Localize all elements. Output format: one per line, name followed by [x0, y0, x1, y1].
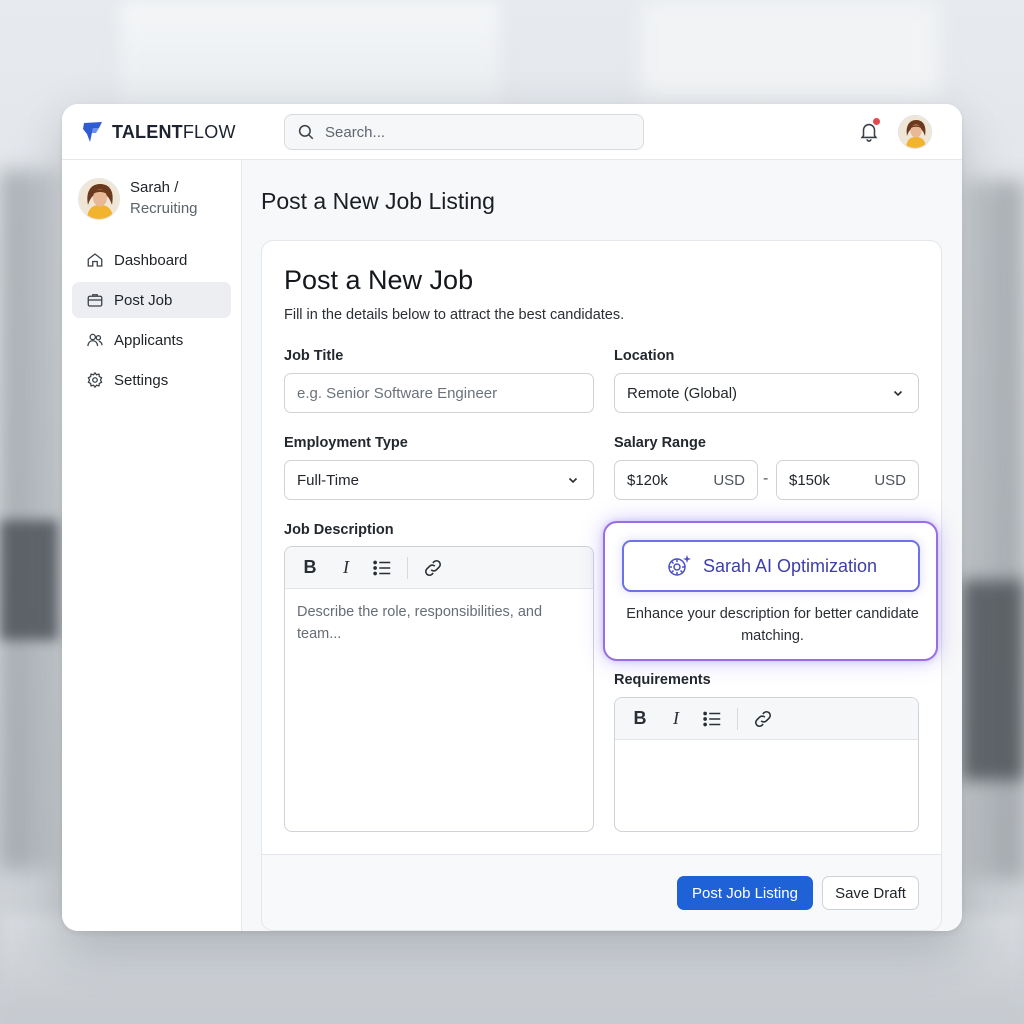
page-title: Post a New Job Listing [261, 188, 495, 214]
form-title: Post a New Job [284, 265, 474, 295]
sidebar-item-post-job[interactable]: Post Job [72, 282, 231, 318]
sidebar-item-applicants[interactable]: Applicants [72, 322, 231, 358]
salary-separator: - [763, 470, 769, 487]
chevron-down-icon [893, 390, 903, 397]
ai-optimization-label: Sarah AI Optimization [702, 555, 878, 576]
gear-icon [87, 371, 103, 389]
editor-toolbar: B I [285, 547, 593, 589]
salary-min-value: $120k [627, 471, 668, 489]
avatar [78, 178, 120, 220]
requirements-textarea[interactable] [615, 740, 918, 831]
bold-button[interactable]: B [299, 557, 321, 579]
post-job-listing-button[interactable]: Post Job Listing [677, 876, 813, 910]
ai-brain-sparkle-icon [668, 555, 691, 576]
location-select[interactable]: Remote (Global) [614, 373, 919, 413]
sidebar-item-settings[interactable]: Settings [72, 362, 231, 398]
italic-button[interactable]: I [665, 708, 687, 730]
job-title-field[interactable] [284, 373, 594, 413]
search-box[interactable] [284, 114, 644, 150]
brand-logo[interactable]: TALENTFLOW [82, 120, 236, 144]
salary-max-value: $150k [789, 471, 830, 489]
save-draft-button[interactable]: Save Draft [822, 876, 919, 910]
sidebar-item-dashboard[interactable]: Dashboard [72, 242, 231, 278]
briefcase-icon [87, 294, 103, 307]
job-description-label: Job Description [284, 522, 394, 538]
sidebar-item-label: Settings [114, 371, 169, 389]
ai-optimization-panel: Sarah AI Optimization Enhance your descr… [603, 521, 938, 661]
job-title-input[interactable] [297, 384, 581, 402]
job-title-label: Job Title [284, 348, 344, 364]
location-label: Location [614, 348, 675, 364]
editor-toolbar: B I [615, 698, 918, 740]
search-input[interactable] [325, 123, 625, 141]
top-bar: TALENTFLOW [62, 104, 962, 160]
link-icon[interactable] [752, 708, 774, 730]
profile-role: Recruiting [130, 200, 198, 217]
main-content: Post a New Job Listing Post a New Job Fi… [242, 160, 962, 931]
toolbar-divider [737, 707, 738, 730]
job-description-textarea[interactable] [285, 589, 593, 831]
app-window: TALENTFLOW Search... Sarah / Recruiting … [62, 104, 962, 931]
location-value: Remote (Global) [627, 384, 738, 402]
employment-type-select[interactable]: Full-Time [284, 460, 594, 500]
salary-min-currency: USD [713, 472, 745, 489]
requirements-editor: B I [614, 697, 919, 832]
job-description-editor: B I [284, 546, 594, 832]
brand-name: TALENTFLOW [112, 121, 236, 142]
users-icon [87, 333, 103, 347]
list-icon[interactable] [701, 708, 723, 730]
talentflow-logo-icon [83, 122, 102, 142]
bold-button[interactable]: B [629, 708, 651, 730]
salary-max-field[interactable]: $150k USD [776, 460, 919, 500]
salary-max-currency: USD [874, 472, 906, 489]
home-icon [87, 253, 103, 267]
profile-card[interactable]: Sarah / Recruiting [78, 178, 198, 220]
ai-optimization-button[interactable]: Sarah AI Optimization [622, 540, 920, 592]
search-icon [298, 124, 314, 140]
list-icon[interactable] [371, 557, 393, 579]
chevron-down-icon [568, 477, 578, 484]
sidebar-item-label: Applicants [114, 331, 184, 349]
requirements-label: Requirements [614, 672, 711, 688]
sidebar-nav: Dashboard Post Job Applicants Settings [72, 242, 231, 402]
sidebar-item-label: Post Job [114, 291, 173, 309]
salary-range-label: Salary Range [614, 435, 706, 451]
notification-dot [873, 118, 880, 125]
ai-optimization-description: Enhance your description for better cand… [626, 606, 919, 644]
employment-type-label: Employment Type [284, 435, 408, 451]
employment-type-value: Full-Time [297, 471, 359, 489]
user-avatar[interactable] [898, 115, 932, 149]
salary-min-field[interactable]: $120k USD [614, 460, 758, 500]
profile-name: Sarah / [130, 179, 179, 196]
italic-button[interactable]: I [335, 557, 357, 579]
toolbar-divider [407, 556, 408, 579]
sidebar: Sarah / Recruiting Dashboard Post Job Ap… [62, 160, 242, 931]
sidebar-item-label: Dashboard [114, 251, 188, 269]
form-footer: Post Job Listing Save Draft [262, 854, 941, 930]
form-subtitle: Fill in the details below to attract the… [284, 307, 625, 323]
link-icon[interactable] [422, 557, 444, 579]
job-form-card: Post a New Job Fill in the details below… [261, 240, 942, 931]
